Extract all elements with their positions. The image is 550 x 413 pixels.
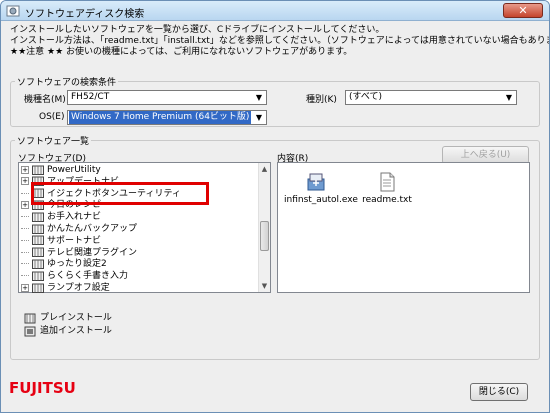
search-conditions-label: ソフトウェアの検索条件 <box>15 75 119 88</box>
intro-line-2: インストール方法は、「readme.txt」「install.txt」などを参照… <box>10 36 550 46</box>
file-name: readme.txt <box>362 195 412 205</box>
highlight-box <box>31 182 209 205</box>
type-label: 種別(K) <box>306 95 337 105</box>
tree-connector <box>21 228 29 229</box>
window-close-button[interactable]: ✕ <box>503 3 543 18</box>
type-select[interactable]: (すべて) ▼ <box>345 90 517 105</box>
tree-item-label: かんたんバックアップ <box>47 224 138 234</box>
window-title: ソフトウェアディスク検索 <box>25 9 145 20</box>
tree-item[interactable]: お手入れナビ <box>21 211 101 223</box>
chevron-down-icon[interactable]: ▼ <box>252 91 266 104</box>
preinstall-label: プレインストール <box>40 313 112 323</box>
tree-item[interactable]: サポートナビ <box>21 235 101 247</box>
os-select[interactable]: Windows 7 Home Premium (64ビット版) ▼ <box>67 110 267 125</box>
tree-item[interactable]: かんたんバックアップ <box>21 223 137 235</box>
file-item[interactable]: infinst_autol.exe <box>284 171 358 205</box>
tree-connector <box>21 275 29 277</box>
text-file-icon <box>380 172 395 192</box>
addinstall-folder-icon <box>24 326 36 336</box>
intro-text: インストールしたいソフトウェアを一覧から選び、Cドライブにインストールしてくださ… <box>10 25 550 58</box>
tree-item[interactable]: らくらく手書き入力 <box>21 270 128 282</box>
chevron-down-icon[interactable]: ▼ <box>252 111 266 124</box>
software-folder-icon <box>32 165 44 175</box>
file-name: infinst_autol.exe <box>284 195 358 205</box>
title-bar[interactable]: ソフトウェアディスク検索 ✕ <box>1 1 549 21</box>
software-folder-icon <box>32 247 44 258</box>
software-folder-icon <box>32 271 44 281</box>
tree-item-label: PowerUtility <box>47 165 101 175</box>
tree-item[interactable]: + PowerUtility <box>21 164 101 176</box>
expand-icon[interactable]: + <box>21 200 29 209</box>
intro-line-1: インストールしたいソフトウェアを一覧から選び、Cドライブにインストールしてくださ… <box>10 25 385 35</box>
model-select[interactable]: FH52/CT ▼ <box>67 90 267 105</box>
chevron-down-icon[interactable]: ▼ <box>502 91 516 104</box>
tree-item[interactable]: + ランプオフ設定 <box>21 282 110 294</box>
os-label: OS(E) <box>39 112 65 122</box>
type-value: (すべて) <box>349 92 383 102</box>
software-folder-icon <box>32 224 44 234</box>
model-label: 機種名(M) <box>24 95 66 105</box>
addinstall-label: 追加インストール <box>40 326 112 336</box>
tree-item-label: らくらく手書き入力 <box>47 271 129 282</box>
software-folder-icon <box>32 283 44 293</box>
tree-connector <box>21 251 29 253</box>
app-icon <box>6 5 20 17</box>
software-folder-icon <box>32 259 44 269</box>
tree-item[interactable]: ゆったり設定2 <box>21 258 107 270</box>
software-folder-icon <box>32 212 44 222</box>
preinstall-folder-icon <box>24 313 36 323</box>
file-item[interactable]: readme.txt <box>360 171 414 205</box>
expand-icon[interactable]: + <box>21 177 29 186</box>
tree-scrollbar[interactable]: ▲ ▼ <box>258 163 270 292</box>
tree-item-label: ゆったり設定2 <box>47 259 107 270</box>
scroll-down-icon[interactable]: ▼ <box>259 280 270 292</box>
expand-icon[interactable]: + <box>21 283 29 292</box>
close-button[interactable]: 閉じる(C) <box>470 383 528 401</box>
tree-item-label: サポートナビ <box>47 235 102 246</box>
tree-connector <box>21 263 29 265</box>
tree-item-label: ランプオフ設定 <box>47 283 110 293</box>
installer-icon <box>307 173 325 191</box>
tree-item-label: テレビ関連プラグイン <box>47 247 138 258</box>
scroll-up-icon[interactable]: ▲ <box>259 163 270 175</box>
fujitsu-logo: FUJITSU <box>9 379 76 397</box>
os-value: Windows 7 Home Premium (64ビット版) <box>69 111 252 124</box>
software-folder-icon <box>32 235 44 246</box>
tree-connector <box>21 216 29 218</box>
tree-connector <box>21 192 29 194</box>
expand-icon[interactable]: + <box>21 165 29 174</box>
content-panel: infinst_autol.exe readme.txt <box>277 162 530 293</box>
software-list-label: ソフトウェア一覧 <box>15 134 92 147</box>
tree-item[interactable]: テレビ関連プラグイン <box>21 247 137 259</box>
intro-line-3: ★★注意 ★★ お使いの機種によっては、ご利用になれないソフトウェアがあります。 <box>10 47 353 57</box>
tree-connector <box>21 239 29 241</box>
addinstall-legend: 追加インストール <box>24 323 112 337</box>
software-disk-search-window: ソフトウェアディスク検索 ✕ インストールしたいソフトウェアを一覧から選び、Cド… <box>0 0 550 413</box>
scroll-thumb[interactable] <box>260 221 269 251</box>
preinstall-legend: プレインストール <box>24 310 112 324</box>
tree-item-label: お手入れナビ <box>47 212 102 223</box>
model-value: FH52/CT <box>71 92 110 102</box>
